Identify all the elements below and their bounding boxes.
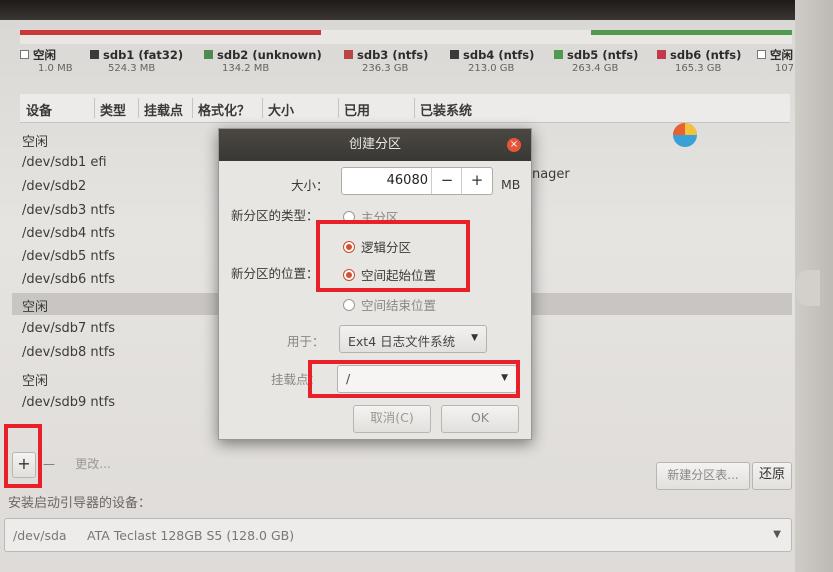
- column-header-used[interactable]: 已用: [344, 100, 370, 119]
- legend-name: sdb6 (ntfs): [670, 48, 742, 62]
- legend-item: sdb2 (unknown) 134.2 MB: [204, 48, 322, 76]
- legend-size: 165.3 GB: [675, 63, 722, 74]
- row-label: 空闲: [22, 374, 49, 389]
- legend-item: sdb6 (ntfs) 165.3 GB: [657, 48, 741, 76]
- use-as-label: 用于：: [287, 334, 325, 349]
- highlight-box: [4, 424, 42, 488]
- legend-name: sdb5 (ntfs): [567, 48, 639, 62]
- row-label: /dev/sdb8 ntfs: [22, 345, 116, 360]
- legend-item: sdb3 (ntfs) 236.3 GB: [344, 48, 428, 76]
- free-space-swatch: [20, 50, 29, 59]
- partition-swatch: [450, 50, 459, 59]
- partition-bar-segment: [591, 30, 792, 35]
- size-spinbox[interactable]: 46080 − +: [341, 167, 493, 195]
- legend-item: 空闲 107: [757, 48, 793, 76]
- legend-size: 134.2 MB: [222, 63, 270, 74]
- column-header-device[interactable]: 设备: [26, 100, 52, 119]
- partition-type-label: 新分区的类型：: [231, 208, 319, 223]
- column-divider: [338, 98, 339, 118]
- change-partition-button[interactable]: 更改...: [66, 452, 120, 478]
- bootloader-device-description: ATA Teclast 128GB S5 (128.0 GB): [87, 528, 295, 543]
- ok-button[interactable]: OK: [441, 405, 519, 433]
- filesystem-select[interactable]: Ext4 日志文件系统 ▼: [339, 325, 487, 353]
- legend-name: 空闲: [770, 48, 793, 62]
- legend-name: sdb4 (ntfs): [463, 48, 535, 62]
- legend-item: sdb4 (ntfs) 213.0 GB: [450, 48, 534, 76]
- size-unit-label: MB: [501, 177, 521, 192]
- column-header-system[interactable]: 已装系统: [420, 100, 472, 119]
- new-partition-table-button[interactable]: 新建分区表...: [656, 462, 750, 490]
- legend-name: sdb2 (unknown): [217, 48, 322, 62]
- bootloader-label: 安装启动引导器的设备：: [8, 496, 152, 511]
- column-header-format[interactable]: 格式化？: [198, 100, 250, 119]
- partition-swatch: [554, 50, 563, 59]
- row-label: 空闲: [22, 135, 49, 150]
- partition-bar: [20, 30, 792, 44]
- row-label: /dev/sdb2: [22, 179, 87, 194]
- location-end-radio[interactable]: 空间结束位置: [343, 295, 436, 314]
- highlight-box: [316, 220, 470, 292]
- cancel-button[interactable]: 取消(C): [353, 405, 431, 433]
- decrease-size-button[interactable]: −: [431, 168, 462, 194]
- screen-bezel-top: [0, 0, 833, 20]
- size-value[interactable]: 46080: [387, 173, 428, 188]
- bootloader-device: /dev/sda: [13, 528, 67, 543]
- legend-item: sdb1 (fat32) 524.3 MB: [90, 48, 183, 76]
- side-scroll-handle[interactable]: [796, 270, 820, 306]
- partition-swatch: [657, 50, 666, 59]
- bootloader-device-select[interactable]: /dev/sda ATA Teclast 128GB S5 (128.0 GB)…: [4, 518, 792, 552]
- row-label: /dev/sdb6 ntfs: [22, 272, 116, 287]
- dialog-title: 创建分区: [219, 129, 531, 161]
- row-label: /dev/sdb1 efi: [22, 155, 107, 170]
- free-space-swatch: [757, 50, 766, 59]
- row-label: /dev/sdb7 ntfs: [22, 321, 116, 336]
- row-label: /dev/sdb3 ntfs: [22, 203, 116, 218]
- column-header-mount[interactable]: 挂载点: [144, 100, 183, 119]
- legend-name: 空闲: [33, 48, 56, 62]
- partition-swatch: [90, 50, 99, 59]
- column-divider: [414, 98, 415, 118]
- revert-button[interactable]: 还原: [752, 462, 792, 490]
- installer-window: 空闲 1.0 MB sdb1 (fat32) 524.3 MB sdb2 (unkn…: [0, 0, 833, 572]
- radio-icon: [343, 299, 355, 311]
- partition-location-label: 新分区的位置：: [231, 266, 319, 281]
- radio-label: 空间结束位置: [361, 298, 437, 313]
- partition-bar-segment: [20, 30, 322, 35]
- partition-swatch: [204, 50, 213, 59]
- column-header-size[interactable]: 大小: [268, 100, 294, 119]
- increase-size-button[interactable]: +: [461, 168, 492, 194]
- legend-size: 107: [775, 63, 793, 74]
- column-divider: [192, 98, 193, 118]
- legend-size: 236.3 GB: [362, 63, 409, 74]
- partition-table-header: 设备 类型 挂载点 格式化？ 大小 已用 已装系统: [20, 94, 790, 123]
- close-icon[interactable]: ×: [507, 138, 521, 152]
- row-label: /dev/sdb4 ntfs: [22, 226, 116, 241]
- row-label: 空闲: [22, 300, 49, 315]
- highlight-box: [308, 360, 520, 398]
- column-divider: [94, 98, 95, 118]
- legend-item: sdb5 (ntfs) 263.4 GB: [554, 48, 638, 76]
- legend-size: 1.0 MB: [38, 63, 73, 74]
- row-label: /dev/sdb5 ntfs: [22, 249, 116, 264]
- partition-swatch: [344, 50, 353, 59]
- legend-size: 263.4 GB: [572, 63, 619, 74]
- column-divider: [262, 98, 263, 118]
- legend-size: 524.3 MB: [108, 63, 156, 74]
- row-label: /dev/sdb9 ntfs: [22, 395, 116, 410]
- legend-item: 空闲 1.0 MB: [20, 48, 73, 76]
- chevron-down-icon: ▼: [773, 529, 781, 540]
- legend-size: 213.0 GB: [468, 63, 515, 74]
- legend-name: sdb3 (ntfs): [357, 48, 429, 62]
- column-header-type[interactable]: 类型: [100, 100, 126, 119]
- filesystem-value: Ext4 日志文件系统: [348, 334, 456, 349]
- legend-name: sdb1 (fat32): [103, 48, 184, 62]
- chevron-down-icon: ▼: [471, 333, 478, 343]
- column-divider: [138, 98, 139, 118]
- size-label: 大小：: [291, 178, 329, 193]
